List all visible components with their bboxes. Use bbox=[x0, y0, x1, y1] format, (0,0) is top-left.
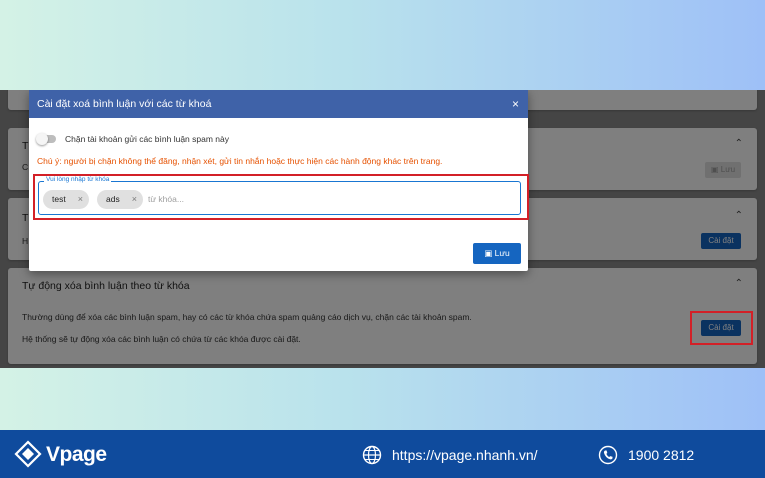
save-icon: ▣ bbox=[484, 248, 493, 258]
block-account-label: Chặn tài khoản gửi các bình luận spam nà… bbox=[65, 134, 229, 144]
vpage-logo-icon bbox=[14, 440, 42, 468]
app-screenshot: T ⌃ C ▣ Lưu T ⌃ H Cài đặt Tự động xóa bì… bbox=[0, 90, 765, 368]
block-account-toggle[interactable] bbox=[36, 133, 56, 145]
brand-footer: Vpage https://vpage.nhanh.vn/ 1900 2812 bbox=[0, 430, 765, 478]
dialog-save-label: Lưu bbox=[494, 248, 510, 258]
close-icon[interactable]: × bbox=[512, 90, 519, 118]
toggle-knob bbox=[36, 133, 48, 145]
website-url[interactable]: https://vpage.nhanh.vn/ bbox=[392, 447, 538, 463]
highlight-frame-button bbox=[690, 311, 753, 345]
globe-icon bbox=[362, 445, 382, 465]
dialog-header: Cài đặt xoá bình luận với các từ khoá × bbox=[29, 90, 528, 118]
brand-name: Vpage bbox=[46, 443, 107, 466]
hotline-number[interactable]: 1900 2812 bbox=[628, 447, 694, 463]
warning-text: Chú ý: người bị chặn không thể đăng, nhậ… bbox=[37, 156, 443, 166]
dialog-title: Cài đặt xoá bình luận với các từ khoá bbox=[37, 98, 212, 110]
phone-icon bbox=[598, 445, 618, 465]
dialog-save-button[interactable]: ▣ Lưu bbox=[473, 243, 521, 264]
highlight-frame-input bbox=[33, 174, 529, 220]
